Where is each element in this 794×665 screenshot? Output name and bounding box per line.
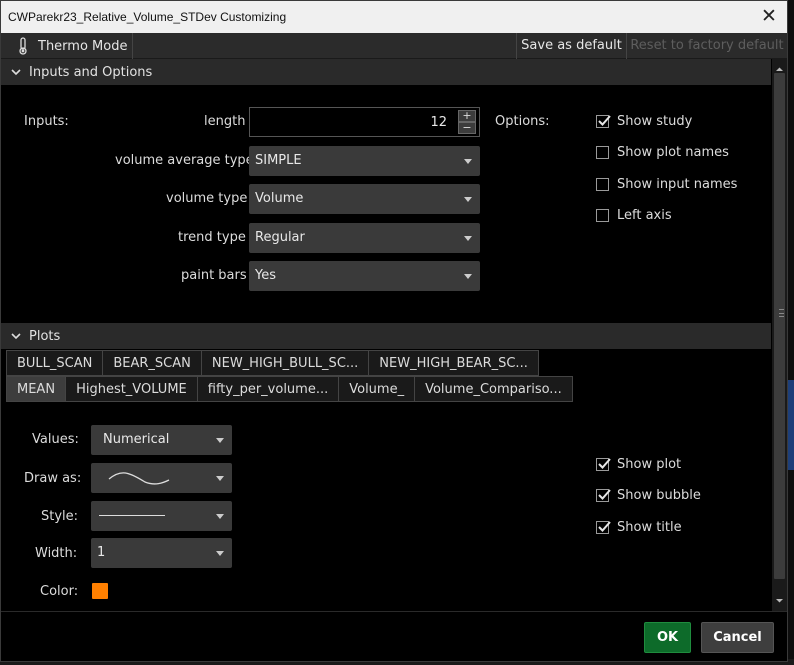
caret-down-icon	[464, 274, 472, 279]
show-study-label: Show study	[617, 114, 693, 129]
plots-title: Plots	[29, 328, 61, 344]
grip-icon	[779, 309, 784, 317]
chevron-down-icon	[11, 69, 21, 76]
values-value: Numerical	[103, 432, 170, 447]
window-title: CWParekr23_Relative_Volume_STDev Customi…	[8, 10, 287, 24]
chevron-down-icon	[11, 333, 21, 340]
color-label: Color:	[40, 584, 79, 599]
tab-highest-volume[interactable]: Highest_VOLUME	[66, 376, 198, 402]
inputs-options-title: Inputs and Options	[29, 64, 153, 80]
style-select[interactable]	[91, 501, 232, 531]
thermo-mode-button[interactable]: Thermo Mode	[8, 33, 133, 59]
save-as-default-button[interactable]: Save as default	[516, 33, 627, 59]
volume-type-label: volume type	[166, 191, 248, 206]
tab-bear-scan[interactable]: BEAR_SCAN	[103, 350, 202, 376]
show-bubble-checkbox[interactable]: Show bubble	[596, 488, 701, 503]
left-axis-checkbox[interactable]: Left axis	[596, 208, 672, 223]
draw-as-label: Draw as:	[24, 471, 82, 486]
trend-type-select[interactable]: Regular	[249, 223, 480, 253]
show-bubble-label: Show bubble	[617, 488, 701, 503]
trend-type-label: trend type	[178, 230, 246, 245]
width-label: Width:	[35, 546, 78, 561]
inputs-options-header[interactable]: Inputs and Options	[1, 59, 771, 85]
caret-down-icon	[216, 438, 224, 443]
plot-tabs-row-1: BULL_SCAN BEAR_SCAN NEW_HIGH_BULL_SC... …	[6, 350, 539, 376]
trend-type-value: Regular	[255, 230, 305, 245]
paint-bars-value: Yes	[255, 268, 276, 283]
tab-volume[interactable]: Volume_	[339, 376, 416, 402]
tab-new-high-bear-scan[interactable]: NEW_HIGH_BEAR_SC...	[369, 350, 539, 376]
style-label: Style:	[41, 509, 79, 524]
volume-type-value: Volume	[255, 191, 304, 206]
caret-down-icon	[216, 514, 224, 519]
decrement-icon[interactable]: −	[458, 122, 476, 134]
paint-bars-label: paint bars	[181, 268, 247, 283]
show-title-label: Show title	[617, 520, 682, 535]
cancel-button[interactable]: Cancel	[701, 622, 774, 653]
length-label: length	[204, 114, 246, 129]
left-axis-label: Left axis	[617, 208, 672, 223]
volume-type-select[interactable]: Volume	[249, 184, 480, 214]
show-input-names-checkbox[interactable]: Show input names	[596, 177, 737, 192]
tab-mean[interactable]: MEAN	[6, 376, 67, 402]
show-plot-names-label: Show plot names	[617, 145, 729, 160]
customizing-dialog: CWParekr23_Relative_Volume_STDev Customi…	[0, 0, 788, 662]
tab-bull-scan[interactable]: BULL_SCAN	[6, 350, 104, 376]
title-bar: CWParekr23_Relative_Volume_STDev Customi…	[1, 1, 787, 33]
caret-down-icon	[464, 236, 472, 241]
draw-as-select[interactable]	[91, 463, 232, 493]
inputs-label: Inputs:	[24, 114, 69, 129]
width-value: 1	[97, 545, 106, 560]
scroll-down-icon[interactable]	[775, 596, 784, 605]
toolbar: Thermo Mode Save as default Reset to fac…	[1, 33, 787, 59]
caret-down-icon	[216, 551, 224, 556]
show-plot-names-checkbox[interactable]: Show plot names	[596, 145, 729, 160]
plots-header[interactable]: Plots	[1, 323, 771, 349]
ok-button[interactable]: OK	[644, 622, 691, 653]
solid-line-icon	[99, 515, 165, 516]
volume-average-type-select[interactable]: SIMPLE	[249, 146, 480, 176]
close-icon[interactable]: ✕	[757, 5, 781, 29]
tab-volume-comparison[interactable]: Volume_Compariso...	[415, 376, 573, 402]
checkbox-checked-icon	[596, 115, 611, 128]
checkbox-checked-icon	[596, 521, 611, 534]
thermo-mode-label: Thermo Mode	[38, 38, 128, 54]
volume-average-type-label: volume average type	[115, 153, 254, 168]
scrollbar-thumb[interactable]	[774, 73, 785, 579]
caret-down-icon	[464, 197, 472, 202]
show-plot-checkbox[interactable]: Show plot	[596, 457, 681, 472]
show-input-names-label: Show input names	[617, 177, 738, 192]
show-title-checkbox[interactable]: Show title	[596, 520, 682, 535]
curve-line-icon	[108, 472, 170, 485]
volume-average-type-value: SIMPLE	[255, 153, 302, 168]
color-swatch[interactable]	[92, 583, 108, 599]
checkbox-icon	[596, 146, 609, 159]
reset-factory-default-button[interactable]: Reset to factory default	[628, 33, 786, 59]
values-select[interactable]: Numerical	[91, 425, 232, 455]
checkbox-icon	[596, 209, 609, 222]
width-select[interactable]: 1	[91, 538, 232, 568]
show-study-checkbox[interactable]: Show study	[596, 114, 692, 129]
tab-fifty-per-volume[interactable]: fifty_per_volume...	[197, 376, 340, 402]
show-plot-label: Show plot	[617, 457, 682, 472]
paint-bars-select[interactable]: Yes	[249, 261, 480, 291]
length-stepper[interactable]: 12 + −	[249, 107, 480, 137]
checkbox-checked-icon	[596, 458, 611, 471]
plot-tabs-row-2: MEAN Highest_VOLUME fifty_per_volume... …	[6, 376, 573, 402]
checkbox-checked-icon	[596, 489, 611, 502]
tab-new-high-bull-scan[interactable]: NEW_HIGH_BULL_SC...	[201, 350, 370, 376]
options-label: Options:	[495, 114, 550, 129]
caret-down-icon	[216, 476, 224, 481]
dialog-footer: OK Cancel	[1, 611, 787, 661]
caret-down-icon	[464, 159, 472, 164]
length-value: 12	[430, 115, 447, 130]
vertical-scrollbar[interactable]	[772, 59, 787, 611]
values-label: Values:	[32, 432, 79, 447]
thermometer-icon	[19, 37, 27, 55]
checkbox-icon	[596, 178, 609, 191]
